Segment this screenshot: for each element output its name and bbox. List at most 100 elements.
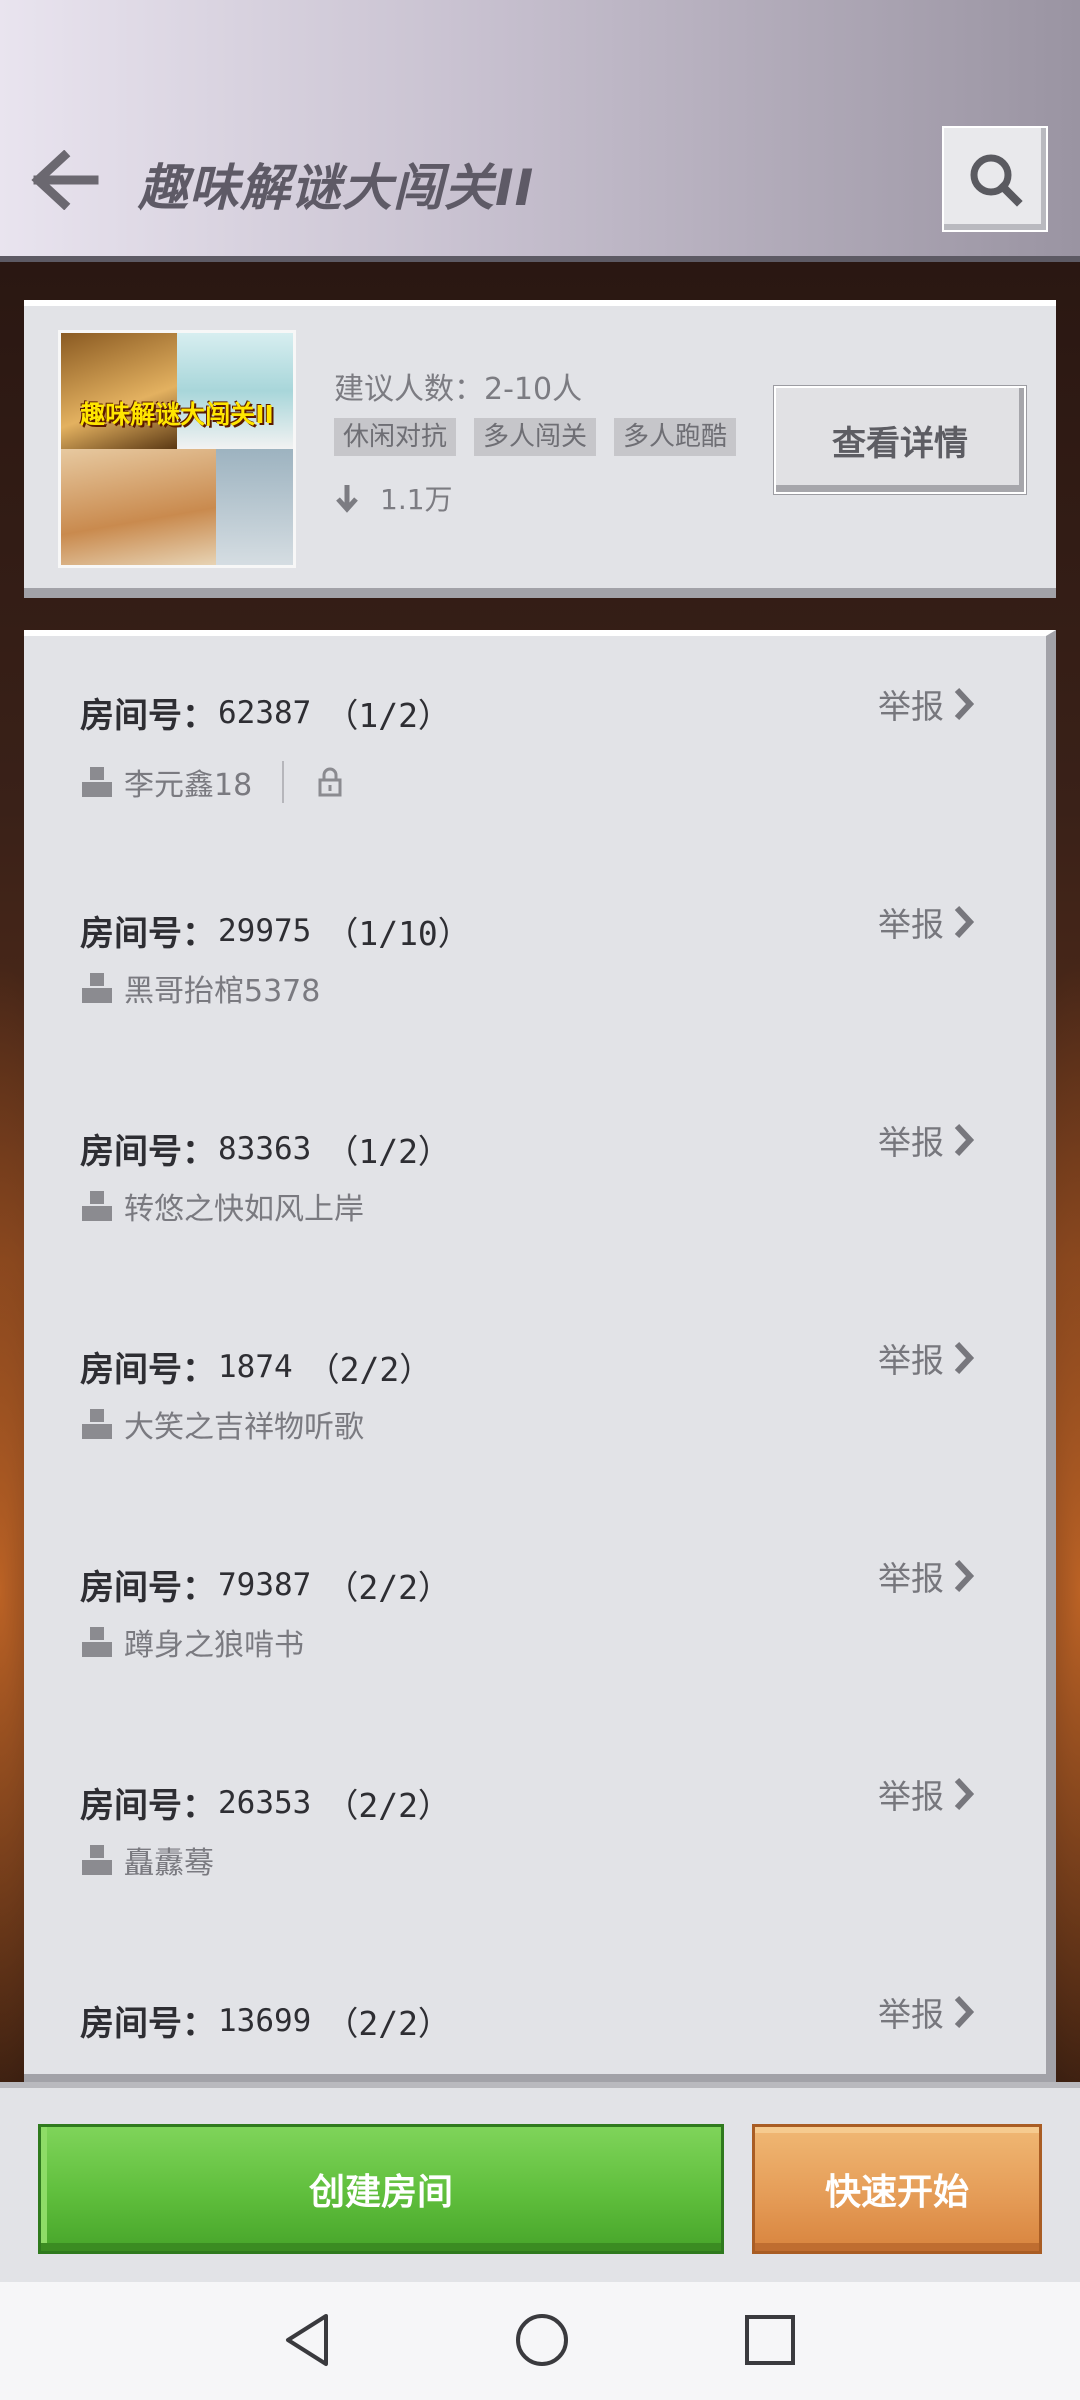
recommended-players: 建议人数：2-10人 xyxy=(334,372,583,407)
tag: 多人闯关 xyxy=(474,418,597,456)
game-info-card: 趣味解谜大闯关II 建议人数：2-10人 休闲对抗 多人闯关 多人跑酷 1.1万… xyxy=(24,300,1056,598)
chevron-right-icon xyxy=(954,1559,974,1593)
room-owner: 大笑之吉祥物听歌 xyxy=(80,1402,364,1446)
room-owner: 矗纛蓦 xyxy=(80,1838,214,1882)
owner-name: 矗纛蓦 xyxy=(124,1846,214,1881)
room-number-label: 房间号： xyxy=(80,696,216,736)
room-item[interactable]: 房间号： 83363 （1/2） 举报 转悠之快如风上岸 xyxy=(24,1072,1046,1290)
room-item[interactable]: 房间号： 79387 （2/2） 举报 蹲身之狼啃书 xyxy=(24,1508,1046,1726)
room-number-label: 房间号： xyxy=(80,1132,216,1172)
report-button[interactable]: 举报 xyxy=(878,1334,974,1382)
owner-name: 李元鑫18 xyxy=(124,768,253,803)
room-item[interactable]: 房间号： 26353 （2/2） 举报 矗纛蓦 xyxy=(24,1726,1046,1944)
download-count-value: 1.1万 xyxy=(380,483,453,516)
report-button[interactable]: 举报 xyxy=(878,680,974,728)
room-number-label: 房间号： xyxy=(80,1568,216,1608)
quick-start-button[interactable]: 快速开始 xyxy=(752,2124,1042,2254)
room-id: 79387 xyxy=(218,1566,312,1603)
room-number-label: 房间号： xyxy=(80,1350,216,1390)
arrow-left-icon[interactable] xyxy=(30,150,100,210)
room-number-label: 房间号： xyxy=(80,1786,216,1826)
room-item[interactable]: 房间号： 62387 （1/2） 举报 李元鑫18 xyxy=(24,636,1046,854)
top-header: 趣味解谜大闯关II xyxy=(0,0,1080,262)
user-icon xyxy=(82,1409,112,1439)
create-room-button[interactable]: 创建房间 xyxy=(38,2124,724,2254)
room-id: 1874 xyxy=(218,1348,293,1385)
view-details-button[interactable]: 查看详情 xyxy=(774,386,1026,494)
report-button[interactable]: 举报 xyxy=(878,1116,974,1164)
report-label: 举报 xyxy=(878,1995,944,2034)
room-id: 29975 xyxy=(218,912,312,949)
room-number: 房间号： 62387 （1/2） xyxy=(80,688,451,737)
page-title: 趣味解谜大闯关II xyxy=(138,159,535,217)
room-id: 62387 xyxy=(218,694,312,731)
room-player-count: （1/10） xyxy=(325,913,471,953)
chevron-right-icon xyxy=(954,1341,974,1375)
room-owner: 李元鑫18 xyxy=(80,760,342,804)
room-number: 房间号： 79387 （2/2） xyxy=(80,1560,451,1609)
thumbnail-title: 趣味解谜大闯关II xyxy=(80,400,274,429)
system-navigation-bar xyxy=(0,2282,1080,2400)
room-player-count: （2/2） xyxy=(325,1785,451,1825)
room-player-count: （1/2） xyxy=(325,695,451,735)
search-button[interactable] xyxy=(942,126,1048,232)
room-owner: 蹲身之狼啃书 xyxy=(80,1620,304,1664)
user-icon xyxy=(82,1627,112,1657)
report-label: 举报 xyxy=(878,1341,944,1380)
room-number: 房间号： 29975 （1/10） xyxy=(80,906,471,955)
room-id: 13699 xyxy=(218,2002,312,2039)
report-label: 举报 xyxy=(878,905,944,944)
report-label: 举报 xyxy=(878,1777,944,1816)
report-label: 举报 xyxy=(878,1123,944,1162)
lock-icon xyxy=(318,767,342,797)
report-button[interactable]: 举报 xyxy=(878,1552,974,1600)
room-id: 26353 xyxy=(218,1784,312,1821)
room-number-label: 房间号： xyxy=(80,2004,216,2044)
tag-list: 休闲对抗 多人闯关 多人跑酷 xyxy=(334,418,737,456)
tag: 多人跑酷 xyxy=(614,418,737,456)
owner-name: 蹲身之狼啃书 xyxy=(124,1628,304,1663)
report-label: 举报 xyxy=(878,687,944,726)
report-button[interactable]: 举报 xyxy=(878,898,974,946)
download-arrow-icon xyxy=(336,485,358,513)
chevron-right-icon xyxy=(954,905,974,939)
chevron-right-icon xyxy=(954,1123,974,1157)
game-thumbnail[interactable]: 趣味解谜大闯关II xyxy=(58,330,296,568)
chevron-right-icon xyxy=(954,1777,974,1811)
divider xyxy=(282,761,285,803)
nav-home-icon[interactable] xyxy=(512,2310,572,2370)
room-owner: 黑哥抬棺5378 xyxy=(80,966,320,1010)
room-item[interactable]: 房间号： 13699 （2/2） 举报 xyxy=(24,1944,1046,2074)
bottom-action-bar: 创建房间 快速开始 xyxy=(0,2082,1080,2282)
room-player-count: （2/2） xyxy=(325,2003,451,2043)
user-icon xyxy=(82,973,112,1003)
room-player-count: （2/2） xyxy=(306,1349,433,1389)
report-button[interactable]: 举报 xyxy=(878,1988,974,2036)
report-button[interactable]: 举报 xyxy=(878,1770,974,1818)
user-icon xyxy=(82,767,112,797)
owner-name: 黑哥抬棺5378 xyxy=(124,974,321,1009)
chevron-right-icon xyxy=(954,1995,974,2029)
room-list[interactable]: 房间号： 62387 （1/2） 举报 李元鑫18 房间号： 29975 （1/… xyxy=(24,630,1056,2082)
room-number: 房间号： 13699 （2/2） xyxy=(80,1996,451,2045)
room-number: 房间号： 83363 （1/2） xyxy=(80,1124,451,1173)
chevron-right-icon xyxy=(954,687,974,721)
room-player-count: （2/2） xyxy=(325,1567,451,1607)
user-icon xyxy=(82,1191,112,1221)
room-owner: 转悠之快如风上岸 xyxy=(80,1184,364,1228)
room-number: 房间号： 1874 （2/2） xyxy=(80,1342,432,1391)
owner-name: 大笑之吉祥物听歌 xyxy=(124,1410,364,1445)
download-count: 1.1万 xyxy=(334,478,453,518)
user-icon xyxy=(82,1845,112,1875)
room-item[interactable]: 房间号： 29975 （1/10） 举报 黑哥抬棺5378 xyxy=(24,854,1046,1072)
search-icon xyxy=(970,154,1023,207)
owner-name: 转悠之快如风上岸 xyxy=(124,1192,364,1227)
nav-back-icon[interactable] xyxy=(278,2310,338,2370)
room-number-label: 房间号： xyxy=(80,914,216,954)
room-number: 房间号： 26353 （2/2） xyxy=(80,1778,451,1827)
room-item[interactable]: 房间号： 1874 （2/2） 举报 大笑之吉祥物听歌 xyxy=(24,1290,1046,1508)
room-id: 83363 xyxy=(218,1130,312,1167)
report-label: 举报 xyxy=(878,1559,944,1598)
room-player-count: （1/2） xyxy=(325,1131,451,1171)
nav-recents-icon[interactable] xyxy=(742,2312,798,2368)
